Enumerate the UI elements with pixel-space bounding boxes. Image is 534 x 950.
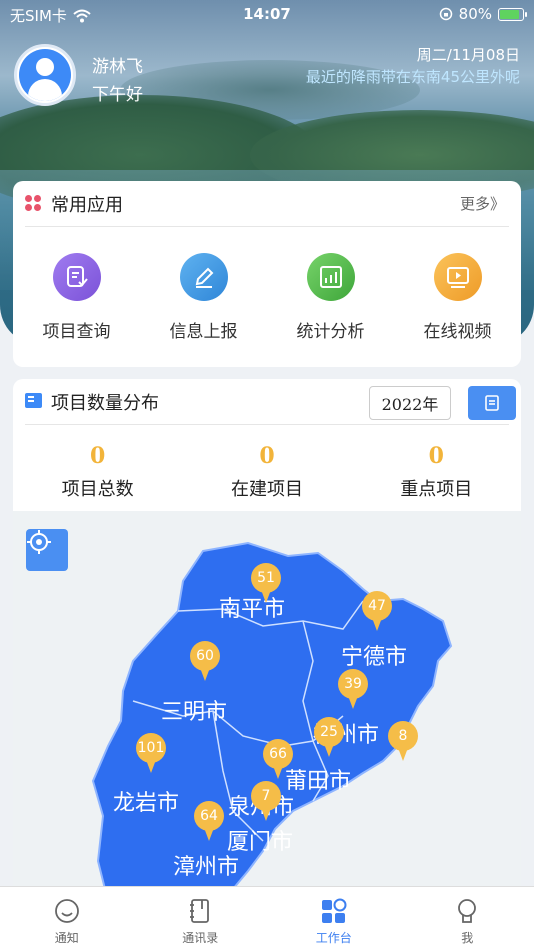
user-avatar-icon — [19, 49, 71, 101]
app-project-search[interactable]: 项目查询 — [13, 253, 140, 342]
map-pin[interactable]: 8 — [388, 721, 418, 763]
pin-count: 39 — [338, 669, 368, 699]
tab-notice[interactable]: 通知 — [0, 887, 134, 950]
map-pin[interactable]: 64 — [194, 801, 224, 843]
app-label: 在线视频 — [423, 322, 492, 342]
list-view-button[interactable] — [468, 386, 516, 420]
stat-total[interactable]: 0 项目总数 — [13, 443, 182, 501]
map-pin[interactable]: 39 — [338, 669, 368, 711]
pin-count: 51 — [251, 563, 281, 593]
weather-notice: 最近的降雨带在东南45公里外呢 — [305, 68, 520, 86]
status-bar: 无SIM卡 14:07 80% — [0, 0, 534, 28]
city-label-zhangzhou: 漳州市 — [173, 855, 240, 880]
smile-face-icon — [54, 899, 79, 923]
map-pin[interactable]: 51 — [251, 563, 281, 605]
pin-count: 66 — [263, 739, 293, 769]
city-label-longyan: 龙岩市 — [113, 791, 180, 816]
project-distribution-card: 项目数量分布 2022年 0 项目总数 0 在建项目 0 重点项目 南平市 宁德… — [13, 379, 521, 899]
avatar[interactable] — [14, 44, 76, 106]
book-icon — [25, 393, 42, 408]
map-pin[interactable]: 25 — [314, 717, 344, 759]
stat-value: 0 — [428, 443, 444, 469]
tab-workbench[interactable]: 工作台 — [267, 887, 401, 950]
date-label: 周二/11月08日 — [416, 46, 520, 64]
year-select[interactable]: 2022年 — [369, 386, 451, 420]
city-label-sanming: 三明市 — [161, 700, 228, 725]
stat-label: 项目总数 — [61, 479, 134, 500]
project-header: 项目数量分布 2022年 — [25, 379, 516, 425]
app-label: 信息上报 — [169, 322, 238, 342]
stat-under-construction[interactable]: 0 在建项目 — [182, 443, 351, 501]
pin-count: 25 — [314, 717, 344, 747]
app-label: 统计分析 — [296, 322, 365, 342]
tab-label: 通讯录 — [182, 931, 219, 945]
pin-count: 64 — [194, 801, 224, 831]
pin-count: 60 — [190, 641, 220, 671]
chart-icon — [306, 253, 355, 301]
map-pin[interactable]: 101 — [136, 733, 166, 775]
tab-me[interactable]: 我 — [401, 887, 534, 950]
pin-count: 8 — [388, 721, 418, 751]
app-info-report[interactable]: 信息上报 — [140, 253, 267, 342]
stat-label: 重点项目 — [400, 479, 473, 500]
pin-count: 7 — [251, 781, 281, 811]
greeting: 下午好 — [92, 85, 143, 105]
app-online-video[interactable]: 在线视频 — [394, 253, 521, 342]
project-title: 项目数量分布 — [51, 393, 159, 414]
battery-icon — [498, 7, 527, 21]
tab-label: 工作台 — [315, 931, 352, 945]
stat-label: 在建项目 — [230, 479, 303, 500]
map-pin[interactable]: 66 — [263, 739, 293, 781]
crosshair-icon — [27, 530, 51, 554]
map-pin[interactable]: 60 — [190, 641, 220, 683]
locate-button[interactable] — [26, 529, 68, 571]
map-pin[interactable]: 7 — [251, 781, 281, 823]
map-pin[interactable]: 47 — [362, 591, 392, 633]
username: 游林飞 — [92, 57, 143, 77]
app-statistics[interactable]: 统计分析 — [267, 253, 394, 342]
common-apps-card: 常用应用 更多》 项目查询 信息上报 统计分析 在线视频 — [13, 181, 521, 367]
stat-value: 0 — [259, 443, 275, 469]
tab-label: 通知 — [54, 931, 79, 945]
app-label: 项目查询 — [42, 322, 111, 342]
tab-contacts[interactable]: 通讯录 — [134, 887, 268, 950]
battery-percent: 80% — [458, 5, 492, 23]
workbench-grid-icon — [321, 898, 347, 923]
video-icon — [433, 253, 482, 301]
pin-count: 47 — [362, 591, 392, 621]
bottom-tab-bar: 通知 通讯录 工作台 我 — [0, 886, 534, 950]
pencil-icon — [179, 253, 228, 301]
more-link[interactable]: 更多》 — [460, 193, 505, 214]
document-icon — [485, 395, 499, 411]
contacts-book-icon — [190, 899, 210, 923]
stat-key-projects[interactable]: 0 重点项目 — [352, 443, 521, 501]
stat-value: 0 — [90, 443, 106, 469]
search-doc-icon — [52, 253, 101, 301]
tab-label: 我 — [461, 931, 474, 945]
project-map[interactable]: 南平市 宁德市 三明市 福州市 莆田市 龙岩市 泉州市 厦门市 漳州市 51 4… — [13, 511, 521, 899]
city-label-putian: 莆田市 — [285, 769, 352, 794]
pin-count: 101 — [136, 733, 166, 763]
apps-grid-icon — [25, 195, 41, 211]
rotation-lock-icon — [439, 7, 452, 21]
person-icon — [458, 899, 477, 923]
city-label-ningde: 宁德市 — [341, 645, 408, 670]
common-apps-title: 常用应用 — [51, 195, 123, 216]
common-apps-header: 常用应用 更多》 — [25, 181, 509, 227]
